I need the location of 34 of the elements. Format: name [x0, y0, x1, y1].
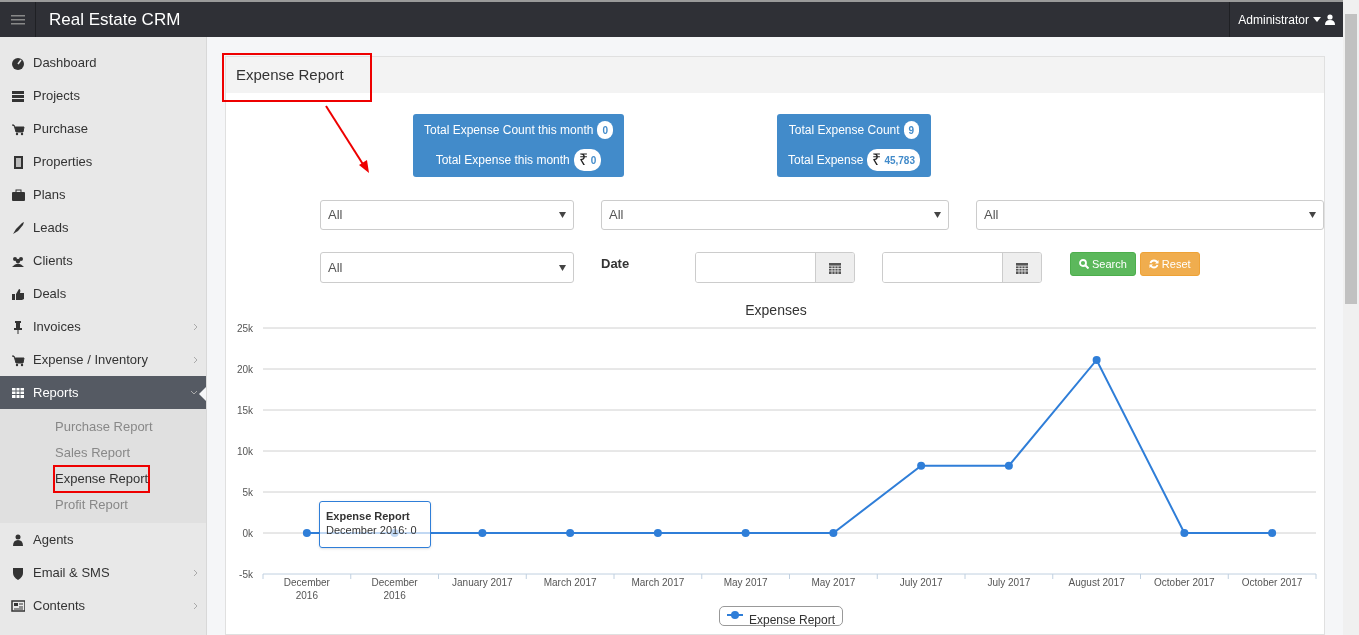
- stat-label: Total Expense Count this month: [424, 122, 594, 139]
- amount-badge: ₹ 0: [573, 149, 602, 171]
- chart-title: Expenses: [745, 302, 807, 318]
- stat-label: Total Expense this month: [435, 152, 570, 169]
- axis-label: -5k: [239, 569, 253, 580]
- count-badge: 9: [903, 121, 920, 139]
- panel-title: Expense Report: [236, 64, 344, 85]
- tooltip-title: Expense Report: [326, 509, 411, 523]
- count-badge: 0: [597, 121, 613, 139]
- stat-label: Total Expense Count: [788, 122, 900, 139]
- axis-label: March 2017: [543, 577, 597, 588]
- axis-label: December 2016: [371, 577, 418, 601]
- axis-label: 5k: [242, 487, 253, 498]
- amount-badge: ₹ 45,783: [867, 149, 920, 171]
- axis-label: July 2017: [987, 577, 1031, 588]
- axis-label: July 2017: [899, 577, 943, 588]
- axis-label: October 2017: [1241, 577, 1303, 588]
- axis-label: January 2017: [452, 577, 513, 588]
- axis-label: March 2017: [631, 577, 685, 588]
- axis-label: December 2016: [283, 577, 330, 601]
- axis-label: 20k: [236, 364, 253, 375]
- axis-label: May 2017: [723, 577, 768, 588]
- stat-label: Total Expense: [788, 152, 864, 169]
- axis-label: 15k: [236, 405, 253, 416]
- legend-label: Expense Report: [749, 612, 836, 629]
- axis-label: 25k: [236, 323, 253, 334]
- axis-label: August 2017: [1068, 577, 1125, 588]
- axis-label: 10k: [236, 446, 253, 457]
- axis-label: 0k: [242, 528, 253, 539]
- axis-label: October 2017: [1154, 577, 1215, 588]
- date-label: Date: [601, 255, 631, 273]
- app-title: Real Estate CRM: [49, 8, 181, 31]
- axis-label: May 2017: [811, 577, 856, 588]
- tooltip-text: December 2016: 0: [326, 523, 418, 537]
